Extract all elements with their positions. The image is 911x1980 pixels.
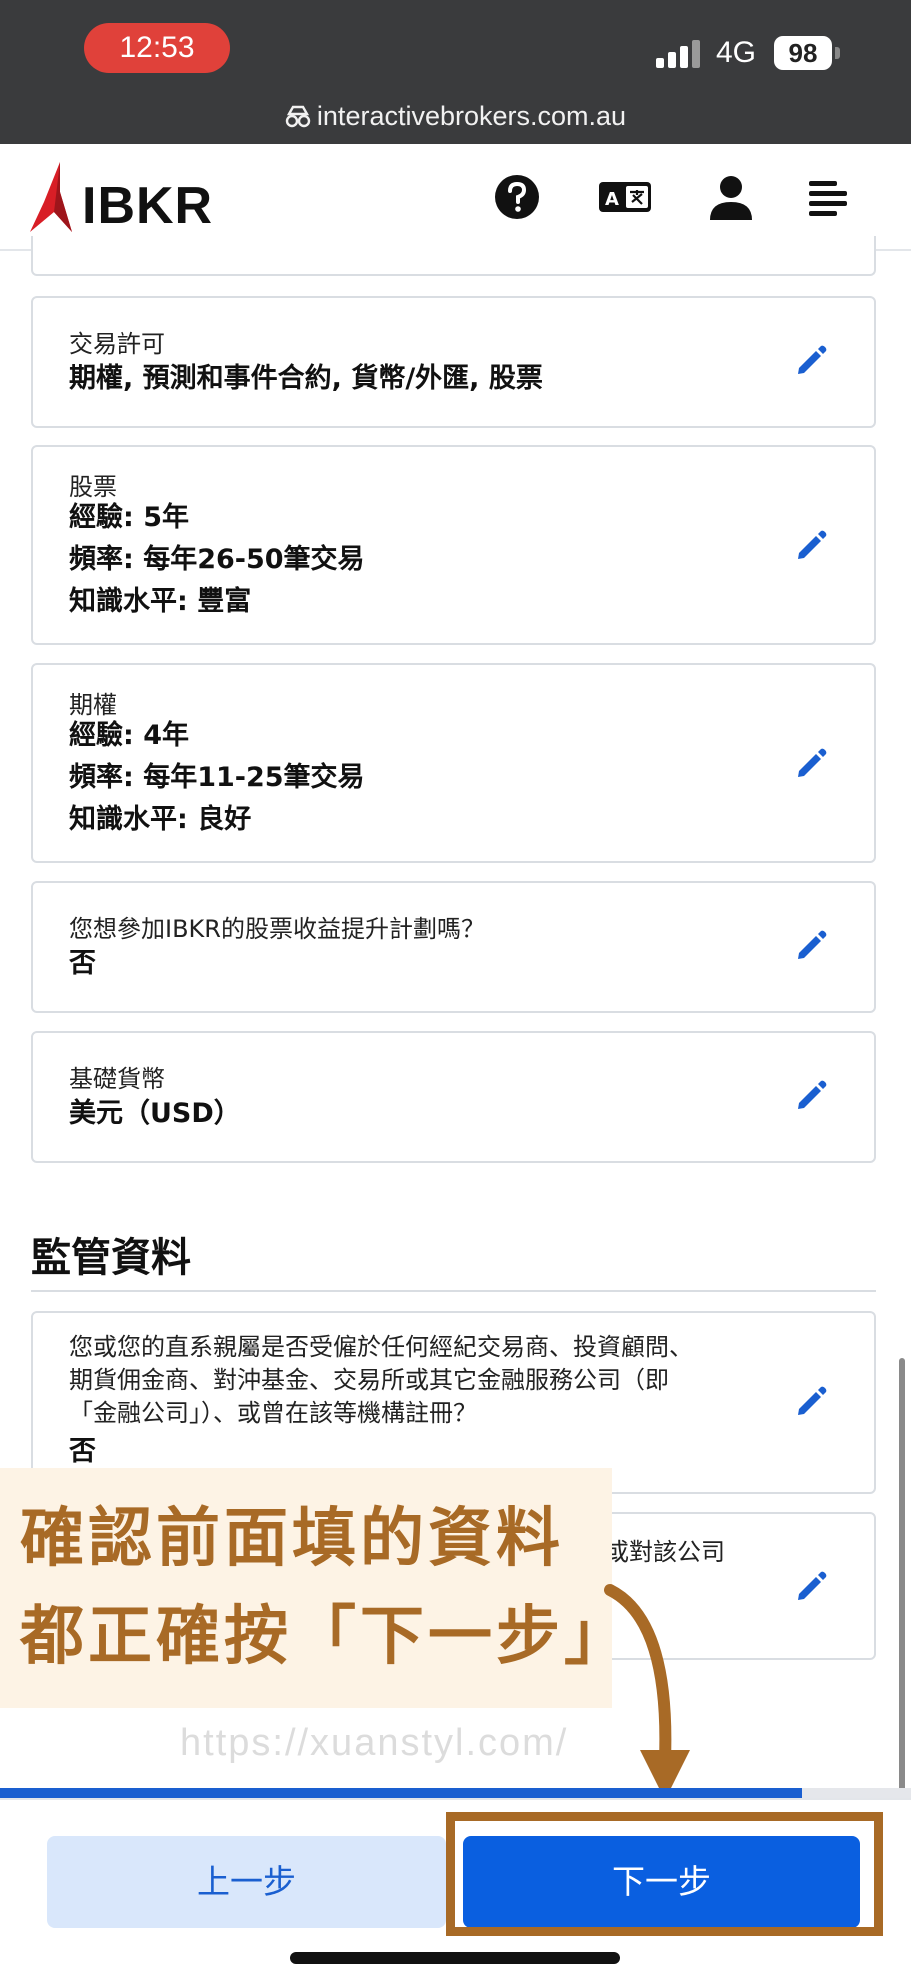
signal-icon <box>656 40 702 68</box>
edit-pencil-icon[interactable] <box>794 929 828 963</box>
card-value: 期權, 預測和事件合約, 貨幣/外匯, 股票 <box>69 363 543 394</box>
annotation-highlight-box <box>446 1812 883 1936</box>
card-label: 交易許可 <box>69 330 165 358</box>
card-value: 美元（USD） <box>69 1098 241 1129</box>
card-regulatory-affiliation: 您或您的直系親屬是否受僱於任何經紀交易商、投資顧問、 期貨佣金商、對沖基金、交易… <box>31 1311 876 1494</box>
edit-pencil-icon[interactable] <box>794 529 828 563</box>
ibkr-logo-icon <box>30 162 72 232</box>
scrollbar[interactable] <box>899 1358 905 1838</box>
previous-card-bottom <box>31 236 876 276</box>
battery-tip <box>835 47 840 59</box>
edit-pencil-icon[interactable] <box>794 1079 828 1113</box>
card-value: 經驗: 4年 <box>69 720 189 751</box>
user-icon[interactable] <box>706 172 756 222</box>
card-stocks: 股票 經驗: 5年 頻率: 每年26-50筆交易 知識水平: 豐富 <box>31 445 876 645</box>
card-label: 基礎貨幣 <box>69 1065 165 1093</box>
help-icon[interactable] <box>492 172 542 222</box>
card-label: 您想參加IBKR的股票收益提升計劃嗎？ <box>69 915 485 943</box>
edit-pencil-icon[interactable] <box>794 747 828 781</box>
card-label-line: 「金融公司」）、或曾在該等機構註冊？ <box>69 1399 477 1427</box>
annotation-text-line2: 都正確按「下一步」 <box>20 1600 632 1674</box>
card-base-currency: 基礎貨幣 美元（USD） <box>31 1031 876 1163</box>
progress-bar-fill <box>0 1788 802 1798</box>
network-label: 4G <box>716 36 757 69</box>
card-value: 知識水平: 豐富 <box>69 586 252 617</box>
card-options: 期權 經驗: 4年 頻率: 每年11-25筆交易 知識水平: 良好 <box>31 663 876 863</box>
battery-icon: 98 <box>774 36 832 70</box>
edit-pencil-icon[interactable] <box>794 344 828 378</box>
translate-icon[interactable]: A <box>597 172 653 222</box>
progress-bar <box>0 1788 911 1798</box>
edit-pencil-icon[interactable] <box>794 1385 828 1419</box>
url-text: interactivebrokers.com.au <box>316 100 627 131</box>
card-value: 否 <box>69 948 96 979</box>
home-indicator <box>290 1952 620 1964</box>
logo-text: IBKR <box>82 177 214 235</box>
site-settings-icon <box>285 105 311 128</box>
card-value: 頻率: 每年11-25筆交易 <box>69 762 365 793</box>
back-button[interactable]: 上一步 <box>47 1836 446 1928</box>
annotation-arrow-icon <box>604 1584 690 1800</box>
card-value: 知識水平: 良好 <box>69 804 252 835</box>
watermark-text: https://xuanstyl.com/ <box>180 1722 569 1764</box>
annotation-panel: 確認前面填的資料 都正確按「下一步」 <box>0 1468 632 1708</box>
svg-text:A: A <box>605 189 619 210</box>
annotation-text-line1: 確認前面填的資料 <box>20 1502 564 1576</box>
card-trading-permissions: 交易許可 期權, 預測和事件合約, 貨幣/外匯, 股票 <box>31 296 876 428</box>
menu-icon[interactable] <box>803 172 853 222</box>
site-header: IBKR A <box>0 144 911 251</box>
ios-status-bar: 12:53 4G 98 interactivebrokers.com.au <box>0 0 911 144</box>
card-value: 頻率: 每年26-50筆交易 <box>69 544 365 575</box>
status-time: 12:53 <box>84 23 230 73</box>
edit-pencil-icon[interactable] <box>794 1570 828 1604</box>
url-bar[interactable]: interactivebrokers.com.au <box>0 96 911 136</box>
card-label-line: 您或您的直系親屬是否受僱於任何經紀交易商、投資顧問、 <box>69 1333 693 1361</box>
section-title-regulatory: 監管資料 <box>31 1235 191 1281</box>
card-label-partial: 或對該公司 <box>605 1538 725 1566</box>
card-label-line: 期貨佣金商、對沖基金、交易所或其它金融服務公司（即 <box>69 1366 669 1394</box>
card-value: 否 <box>69 1436 96 1467</box>
card-stock-yield-program: 您想參加IBKR的股票收益提升計劃嗎？ 否 <box>31 881 876 1013</box>
card-value: 經驗: 5年 <box>69 502 189 533</box>
section-divider <box>31 1290 876 1292</box>
